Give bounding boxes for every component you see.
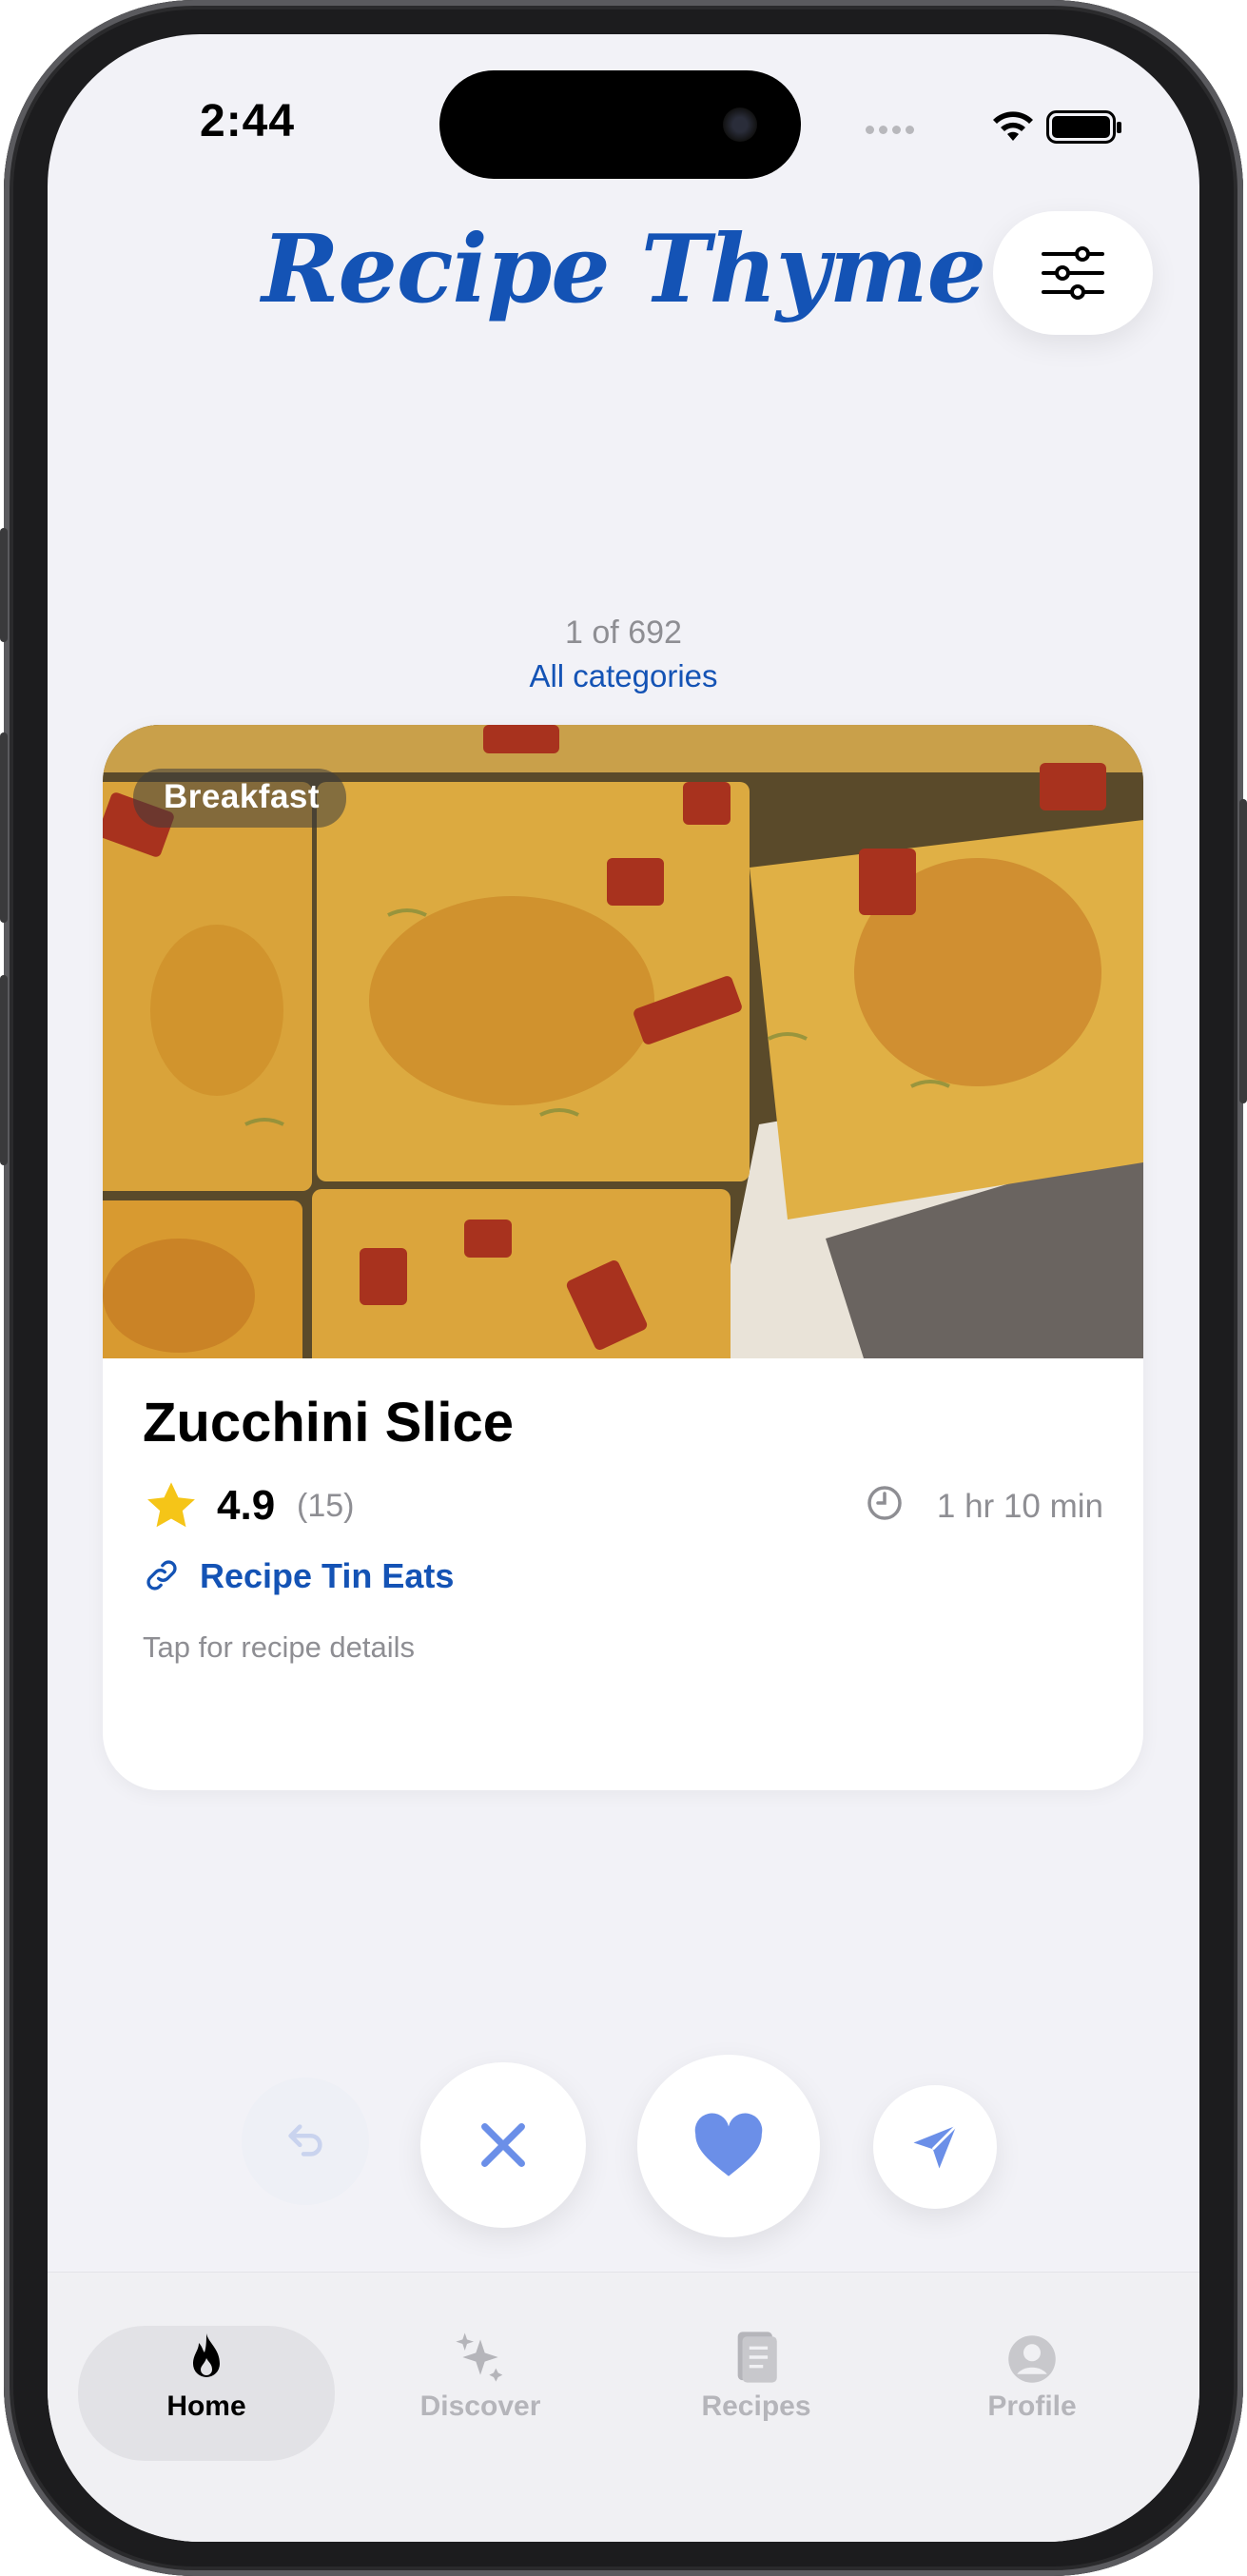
source-link[interactable]: Recipe Tin Eats	[200, 1556, 454, 1596]
clock-icon	[867, 1486, 902, 1520]
category-tag: Breakfast	[133, 769, 347, 828]
wifi-icon	[993, 111, 1033, 141]
sliders-icon	[1042, 246, 1104, 300]
power-button	[1239, 799, 1247, 1103]
share-button[interactable]	[873, 2085, 997, 2209]
camera-icon	[723, 107, 757, 142]
cook-time: 1 hr 10 min	[936, 1488, 1103, 1525]
recipe-name: Zucchini Slice	[143, 1392, 514, 1454]
signal-icon	[866, 122, 919, 139]
recipe-image: Breakfast	[103, 725, 1143, 1358]
book-icon	[737, 2332, 777, 2383]
flame-icon	[193, 2333, 220, 2377]
screen: 2:44 Recipe Thyme 1 of 692 All categorie…	[48, 34, 1199, 2542]
tab-recipes[interactable]: Recipes	[628, 2326, 885, 2461]
like-button[interactable]	[637, 2055, 820, 2237]
tab-discover[interactable]: Discover	[352, 2326, 609, 2461]
category-selector[interactable]: All categories	[48, 658, 1199, 694]
card-counter: 1 of 692	[565, 615, 682, 651]
person-icon	[1008, 2335, 1056, 2383]
dislike-button[interactable]	[420, 2062, 586, 2228]
sparkles-icon	[456, 2332, 503, 2382]
volume-down-button	[0, 975, 8, 1165]
heart-icon	[694, 2113, 763, 2176]
tab-bar: Home Discover Recipes Profile	[48, 2272, 1199, 2542]
rating-row: 4.9 (15) 1 hr 10 min	[143, 1476, 1103, 1533]
battery-icon	[1046, 110, 1121, 144]
tab-label: Recipes	[701, 2391, 811, 2422]
rating-value: 4.9	[217, 1482, 276, 1529]
recipe-card[interactable]: Breakfast Zucchini Slice 4.9 (15) 1 hr 1…	[103, 725, 1143, 1790]
star-icon	[147, 1482, 195, 1528]
tap-hint: Tap for recipe details	[143, 1630, 416, 1664]
undo-arrow-icon	[288, 2124, 322, 2156]
paper-plane-icon	[913, 2124, 958, 2169]
link-icon	[146, 1560, 177, 1590]
filter-button[interactable]	[993, 211, 1153, 335]
tab-label: Home	[166, 2391, 246, 2422]
undo-button[interactable]	[242, 2078, 369, 2205]
rating-count: (15)	[297, 1488, 355, 1524]
tab-label: Discover	[419, 2391, 541, 2422]
tab-home[interactable]: Home	[78, 2326, 335, 2461]
tab-profile[interactable]: Profile	[904, 2326, 1160, 2461]
status-icons	[866, 108, 1151, 146]
action-button	[0, 528, 8, 642]
tab-label: Profile	[987, 2391, 1077, 2422]
status-time: 2:44	[200, 96, 296, 146]
volume-up-button	[0, 732, 8, 923]
x-icon	[481, 2123, 525, 2167]
